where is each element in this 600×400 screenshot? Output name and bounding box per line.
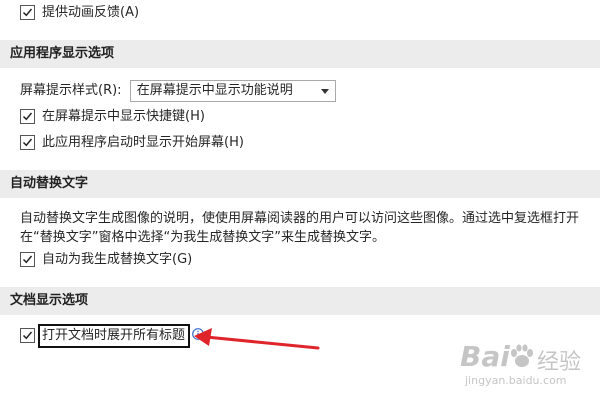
watermark-url: jingyan.baidu.com <box>465 374 567 387</box>
watermark-brand-left: Bai <box>460 340 510 373</box>
paw-logo-icon <box>511 344 533 367</box>
baidu-jingyan-watermark: Bai 经验 jingyan.baidu.com <box>455 338 595 393</box>
watermark-brand-right: 经验 <box>537 350 582 375</box>
